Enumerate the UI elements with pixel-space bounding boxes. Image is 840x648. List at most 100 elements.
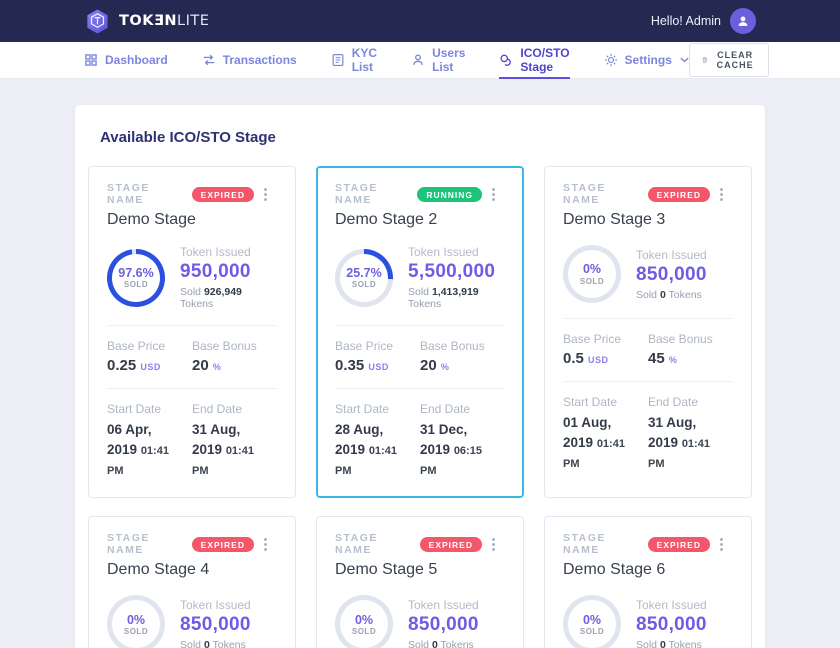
stage-title: Demo Stage 2 xyxy=(335,211,505,229)
end-date-label: End Date xyxy=(192,402,277,416)
token-issued-value: 850,000 xyxy=(408,614,479,636)
sold-tokens-value: 0 xyxy=(204,639,210,648)
stage-card: STAGE NAME EXPIRED ⋮ Demo Stage 97.6% SO… xyxy=(88,166,296,498)
sold-percent: 0% xyxy=(580,613,604,627)
token-issued-label: Token Issued xyxy=(180,598,251,612)
page-title: Available ICO/STO Stage xyxy=(100,129,740,146)
clear-cache-button[interactable]: CLEAR CACHE xyxy=(689,43,769,77)
sold-tokens-value: 926,949 xyxy=(204,286,242,298)
stage-name-label: STAGE NAME xyxy=(563,532,640,556)
base-price-value: 0.25 USD xyxy=(107,357,192,374)
stage-cards-grid: STAGE NAME EXPIRED ⋮ Demo Stage 97.6% SO… xyxy=(88,166,752,648)
end-date-label: End Date xyxy=(420,402,505,416)
sold-progress-ring: 0% SOLD xyxy=(563,595,621,648)
nav-item-kyc-list[interactable]: KYC List xyxy=(331,42,377,78)
sold-percent: 0% xyxy=(124,613,148,627)
settings-icon xyxy=(604,53,618,67)
stage-name-label: STAGE NAME xyxy=(107,532,184,556)
nav-item-settings[interactable]: Settings xyxy=(604,42,689,78)
card-menu-button[interactable]: ⋮ xyxy=(482,185,505,204)
token-issued-value: 950,000 xyxy=(180,261,277,283)
brand[interactable]: TOKƎNLITE xyxy=(84,8,209,35)
user-avatar[interactable] xyxy=(730,8,756,34)
nav-item-label: KYC List xyxy=(352,46,377,74)
brand-text: TOKƎNLITE xyxy=(119,13,209,29)
stage-title: Demo Stage 6 xyxy=(563,561,733,579)
brand-bold: TOKƎN xyxy=(119,13,177,29)
nav-item-label: ICO/STO Stage xyxy=(520,46,569,74)
base-price-label: Base Price xyxy=(107,339,192,353)
token-issued-label: Token Issued xyxy=(408,598,479,612)
base-bonus-value: 20 % xyxy=(420,357,505,374)
sold-percent: 0% xyxy=(352,613,376,627)
stage-name-label: STAGE NAME xyxy=(335,182,409,206)
sold-caption: SOLD xyxy=(118,280,153,289)
start-date-label: Start Date xyxy=(335,402,420,416)
token-issued-value: 850,000 xyxy=(180,614,251,636)
token-issued-label: Token Issued xyxy=(180,245,277,259)
sold-tokens-line: Sold 0 Tokens xyxy=(408,639,479,648)
base-bonus-label: Base Bonus xyxy=(420,339,505,353)
token-issued-label: Token Issued xyxy=(408,245,505,259)
base-bonus-value: 45 % xyxy=(648,350,733,367)
sold-progress-ring: 0% SOLD xyxy=(107,595,165,648)
sold-percent: 97.6% xyxy=(118,266,153,280)
nav-item-dashboard[interactable]: Dashboard xyxy=(84,42,168,78)
ico-stage-icon xyxy=(499,53,513,67)
nav-item-transactions[interactable]: Transactions xyxy=(202,42,297,78)
base-price-unit: USD xyxy=(140,362,161,372)
card-menu-button[interactable]: ⋮ xyxy=(710,535,733,554)
stage-card: STAGE NAME EXPIRED ⋮ Demo Stage 6 0% SOL… xyxy=(544,516,752,648)
nav-item-ico-sto-stage[interactable]: ICO/STO Stage xyxy=(499,42,569,78)
token-issued-value: 850,000 xyxy=(636,264,707,286)
start-date-value: 01 Aug, 2019 01:41 PM xyxy=(563,413,648,472)
kyc-list-icon xyxy=(331,53,345,67)
stage-name-label: STAGE NAME xyxy=(563,182,640,206)
sold-progress-ring: 0% SOLD xyxy=(563,245,621,303)
sold-caption: SOLD xyxy=(346,280,381,289)
top-header: TOKƎNLITE Hello! Admin xyxy=(0,0,840,42)
sold-caption: SOLD xyxy=(352,627,376,636)
sold-tokens-value: 0 xyxy=(660,639,666,648)
transactions-icon xyxy=(202,53,216,67)
token-issued-label: Token Issued xyxy=(636,248,707,262)
clear-cache-label: CLEAR CACHE xyxy=(714,50,756,70)
sold-tokens-line: Sold 0 Tokens xyxy=(180,639,251,648)
sold-caption: SOLD xyxy=(124,627,148,636)
card-menu-button[interactable]: ⋮ xyxy=(254,185,277,204)
status-badge: RUNNING xyxy=(417,187,482,202)
base-bonus-unit: % xyxy=(213,362,222,372)
nav-item-label: Users List xyxy=(432,46,465,74)
dashboard-icon xyxy=(84,53,98,67)
stage-card: STAGE NAME RUNNING ⋮ Demo Stage 2 25.7% … xyxy=(316,166,524,498)
token-issued-label: Token Issued xyxy=(636,598,707,612)
card-menu-button[interactable]: ⋮ xyxy=(482,535,505,554)
card-menu-button[interactable]: ⋮ xyxy=(710,185,733,204)
sold-tokens-line: Sold 926,949 Tokens xyxy=(180,286,277,310)
card-menu-button[interactable]: ⋮ xyxy=(254,535,277,554)
content-area: Available ICO/STO Stage STAGE NAME EXPIR… xyxy=(0,79,840,648)
nav-item-users-list[interactable]: Users List xyxy=(411,42,465,78)
sold-percent: 0% xyxy=(580,262,604,276)
nav-item-label: Settings xyxy=(625,53,672,67)
brand-light: LITE xyxy=(177,13,209,29)
base-price-value: 0.35 USD xyxy=(335,357,420,374)
status-badge: EXPIRED xyxy=(420,537,482,552)
stage-panel: Available ICO/STO Stage STAGE NAME EXPIR… xyxy=(75,105,765,648)
stage-title: Demo Stage 3 xyxy=(563,211,733,229)
stage-card: STAGE NAME EXPIRED ⋮ Demo Stage 5 0% SOL… xyxy=(316,516,524,648)
sold-progress-ring: 0% SOLD xyxy=(335,595,393,648)
sold-percent: 25.7% xyxy=(346,266,381,280)
user-greeting: Hello! Admin xyxy=(651,14,721,28)
sold-tokens-value: 1,413,919 xyxy=(432,286,479,298)
status-badge: EXPIRED xyxy=(648,187,710,202)
users-list-icon xyxy=(411,53,425,67)
stage-name-label: STAGE NAME xyxy=(335,532,412,556)
base-price-value: 0.5 USD xyxy=(563,350,648,367)
person-icon xyxy=(736,14,750,28)
status-badge: EXPIRED xyxy=(192,187,254,202)
start-date-value: 28 Aug, 2019 01:41 PM xyxy=(335,420,420,479)
stage-name-label: STAGE NAME xyxy=(107,182,184,206)
stage-card: STAGE NAME EXPIRED ⋮ Demo Stage 4 0% SOL… xyxy=(88,516,296,648)
start-date-value: 06 Apr, 2019 01:41 PM xyxy=(107,420,192,479)
